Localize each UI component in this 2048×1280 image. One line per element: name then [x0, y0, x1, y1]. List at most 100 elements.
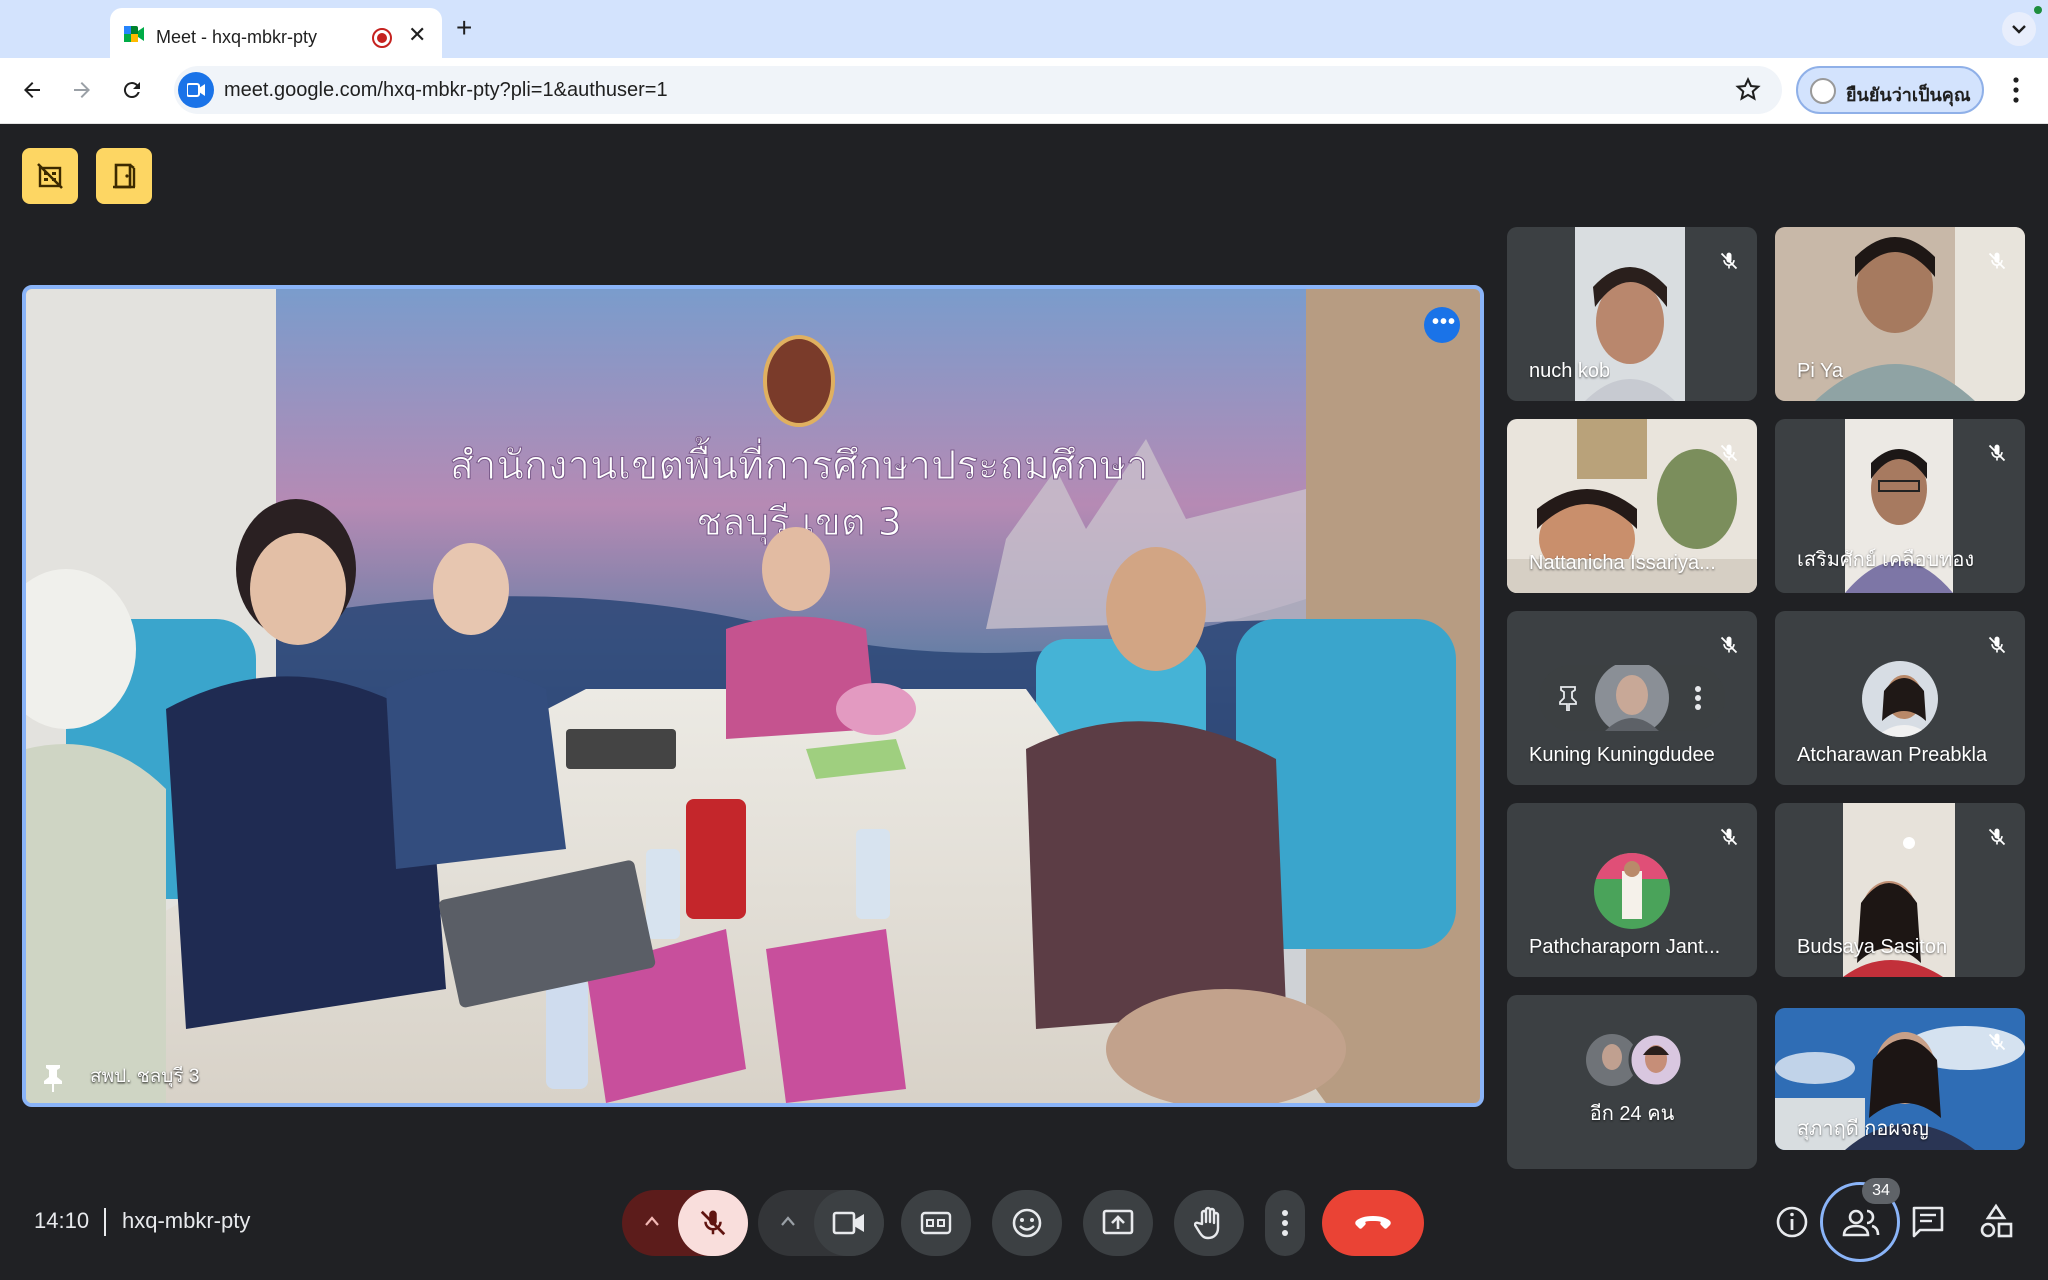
stacked-avatars [1586, 1033, 1683, 1087]
more-options-button[interactable] [1265, 1190, 1305, 1256]
video-icon [187, 83, 205, 97]
present-screen-button[interactable] [1083, 1190, 1153, 1256]
people-count-badge: 34 [1862, 1178, 1900, 1204]
site-info-icon[interactable] [178, 72, 214, 108]
address-bar[interactable]: meet.google.com/hxq-mbkr-pty?pli=1&authu… [174, 66, 1782, 114]
raise-hand-icon [1194, 1206, 1220, 1240]
participant-tile-pi-ya[interactable]: Pi Ya [1775, 227, 2025, 401]
pin-icon[interactable] [40, 1063, 68, 1093]
participant-tile-nattanicha[interactable]: Nattanicha Issariya... [1507, 419, 1757, 593]
camera-toggle-button[interactable] [814, 1190, 884, 1256]
participant-avatar [1594, 853, 1670, 929]
chevron-down-icon [2012, 25, 2026, 34]
verify-identity-button[interactable]: ยืนยันว่าเป็นคุณ [1796, 66, 1984, 114]
participant-name: Budsaya Sasiton [1797, 936, 1948, 958]
participant-tile-budsaya[interactable]: Budsaya Sasiton [1775, 803, 2025, 977]
meeting-code: hxq-mbkr-pty [122, 1208, 251, 1233]
closed-captions-icon [920, 1211, 952, 1235]
browser-toolbar: meet.google.com/hxq-mbkr-pty?pli=1&authu… [0, 58, 2048, 124]
muted-mic-icon [1983, 823, 2011, 851]
muted-mic-icon [1715, 247, 1743, 275]
muted-mic-icon [1983, 439, 2011, 467]
participant-tile-pathcharaporn[interactable]: Pathcharaporn Jant... [1507, 803, 1757, 977]
browser-tabstrip: Meet - hxq-mbkr-pty ✕ + [0, 0, 2048, 58]
participant-name: Pi Ya [1797, 360, 1843, 382]
browser-tab-meet[interactable]: Meet - hxq-mbkr-pty ✕ [110, 8, 442, 58]
more-participants-label: อีก 24 คน [1589, 1103, 1675, 1125]
more-horiz-icon: ••• [1432, 311, 1457, 333]
muted-mic-icon [1715, 631, 1743, 659]
more-participants-tile[interactable]: อีก 24 คน [1507, 995, 1757, 1169]
building-off-icon [37, 163, 63, 189]
participant-name: สุภาฤดี กอผจญ [1797, 1118, 1929, 1140]
banner-line1: สำนักงานเขตพื้นที่การศึกษาประถมศึกษา [450, 436, 1149, 489]
status-dot [2034, 6, 2042, 14]
bookmark-star-icon[interactable] [1734, 76, 1762, 104]
participant-avatar [1595, 665, 1669, 731]
room-door-button[interactable] [96, 148, 152, 204]
muted-mic-icon [1983, 1028, 2011, 1056]
tab-search-button[interactable] [2002, 12, 2036, 46]
tile-more-options-button[interactable]: ••• [1424, 307, 1460, 343]
forward-button[interactable] [64, 72, 100, 108]
people-icon [1842, 1209, 1880, 1237]
recording-icon [372, 28, 392, 48]
url-host: meet.google.com [224, 79, 378, 101]
main-video-tile[interactable]: สำนักงานเขตพื้นที่การศึกษาประถมศึกษา ชลบ… [22, 285, 1484, 1107]
participant-tile-nuch-kob[interactable]: nuch kob [1507, 227, 1757, 401]
reactions-button[interactable] [992, 1190, 1062, 1256]
meeting-details-icon[interactable] [1770, 1200, 1814, 1244]
leave-call-button[interactable] [1322, 1190, 1424, 1256]
participant-tile-kuning[interactable]: Kuning Kuningdudee [1507, 611, 1757, 785]
participant-tile-supharudee[interactable]: สุภาฤดี กอผจญ [1775, 1008, 2025, 1150]
raise-hand-button[interactable] [1174, 1190, 1244, 1256]
meet-favicon-icon [124, 26, 144, 42]
building-off-button[interactable] [22, 148, 78, 204]
meeting-time: 14:10 [34, 1208, 90, 1233]
participant-avatar [1862, 661, 1938, 737]
reload-button[interactable] [114, 72, 150, 108]
participant-tile-atcharawan[interactable]: Atcharawan Preabkla [1775, 611, 2025, 785]
tab-title: Meet - hxq-mbkr-pty [156, 27, 318, 47]
muted-mic-icon [1983, 247, 2011, 275]
participant-tile-sermsak[interactable]: เสริมศักย์ เคลือบทอง [1775, 419, 2025, 593]
microphone-control-group [622, 1190, 748, 1256]
divider [104, 1208, 106, 1236]
call-end-icon [1355, 1216, 1391, 1229]
muted-mic-icon [1715, 823, 1743, 851]
main-tile-label: สพป. ชลบุรี 3 [90, 1066, 200, 1087]
reload-icon [123, 82, 140, 99]
more-vert-icon[interactable] [1693, 685, 1703, 711]
participant-name: Pathcharaporn Jant... [1529, 936, 1721, 958]
tile-hover-controls [1539, 665, 1725, 731]
back-button[interactable] [14, 72, 50, 108]
participant-name: Kuning Kuningdudee [1529, 744, 1715, 766]
muted-mic-icon [1983, 631, 2011, 659]
chat-icon[interactable] [1906, 1200, 1950, 1244]
more-vert-icon [1282, 1210, 1288, 1236]
arrow-back-icon [24, 82, 40, 98]
profile-avatar [1810, 78, 1836, 104]
captions-button[interactable] [901, 1190, 971, 1256]
chevron-up-icon[interactable] [780, 1214, 796, 1228]
activities-icon[interactable] [1974, 1200, 2018, 1244]
emblem-icon [763, 335, 835, 427]
participant-name: nuch kob [1529, 360, 1611, 382]
camera-control-group [758, 1190, 884, 1256]
pin-icon[interactable] [1557, 685, 1579, 711]
arrow-forward-icon [74, 82, 90, 98]
url-path: /hxq-mbkr-pty?pli=1&authuser=1 [377, 79, 668, 101]
new-tab-button[interactable]: + [456, 12, 472, 44]
close-tab-icon[interactable]: ✕ [408, 22, 426, 48]
verify-label: ยืนยันว่าเป็นคุณ [1846, 85, 1971, 105]
participant-name: Atcharawan Preabkla [1797, 744, 1988, 766]
room-video-feed: สำนักงานเขตพื้นที่การศึกษาประถมศึกษา ชลบ… [26, 289, 1480, 1103]
participant-name: Nattanicha Issariya... [1529, 552, 1716, 574]
mic-off-icon [700, 1210, 726, 1236]
chevron-up-icon[interactable] [644, 1214, 660, 1228]
microphone-toggle-button[interactable] [678, 1190, 748, 1256]
door-icon [113, 163, 136, 189]
present-screen-icon [1102, 1209, 1134, 1235]
browser-menu-icon[interactable] [2006, 74, 2026, 106]
participant-name: เสริมศักย์ เคลือบทอง [1797, 549, 1975, 571]
